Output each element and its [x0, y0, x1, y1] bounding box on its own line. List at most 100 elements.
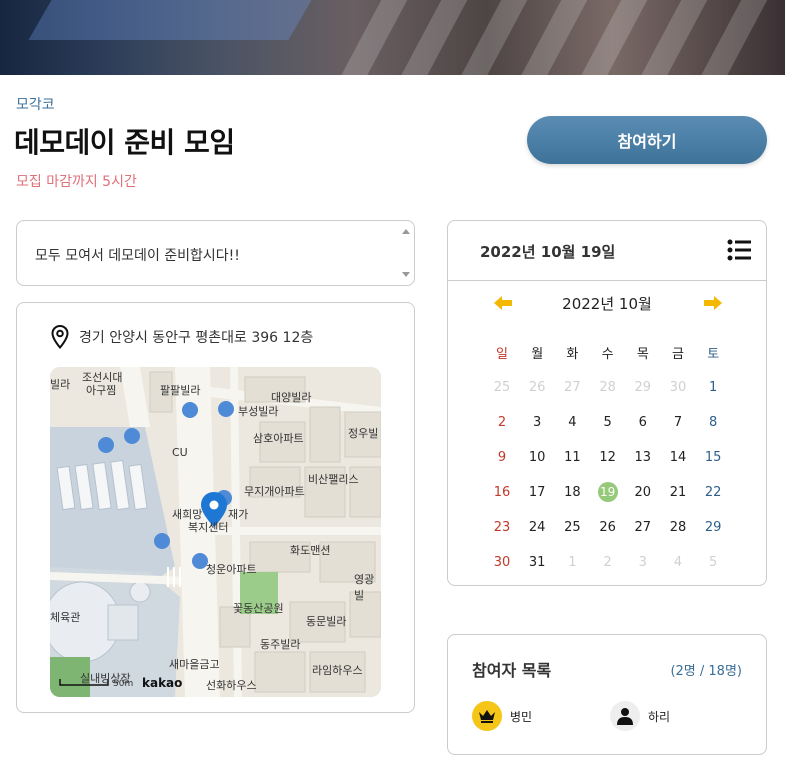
weekday-header: 목	[636, 347, 649, 362]
calendar-day[interactable]: 27	[558, 376, 586, 400]
map-label: 재가	[228, 508, 249, 521]
map-label: 꽃동산공원	[233, 602, 284, 615]
page-title: 데모데이 준비 모임	[14, 126, 235, 159]
weekday-header: 수	[601, 347, 614, 362]
list-view-icon[interactable]	[727, 239, 751, 261]
participants-title: 참여자 목록	[472, 661, 552, 680]
calendar-day[interactable]: 9	[488, 446, 516, 470]
map-label: 청운아파트	[206, 563, 257, 576]
calendar-header: 2022년 10월 19일	[448, 221, 766, 281]
calendar-day[interactable]: 3	[629, 551, 657, 575]
hero-banner-image	[0, 0, 785, 75]
kakao-map[interactable]: 조선시대 아구찜 빌라 팔팔빌라 대양빌라 부성빌라 정우빌 삼호아파트 CU …	[50, 367, 381, 697]
calendar-day[interactable]: 14	[664, 446, 692, 470]
calendar-day[interactable]: 6	[629, 411, 657, 435]
calendar-day[interactable]: 30	[488, 551, 516, 575]
calendar-day[interactable]: 28	[594, 376, 622, 400]
meeting-category: 모각코	[16, 97, 55, 113]
map-label: 동문빌라	[306, 615, 347, 628]
month-navigation: 2022년 10월	[448, 293, 766, 313]
calendar-day[interactable]: 29	[699, 516, 727, 540]
address-text: 경기 안양시 동안구 평촌대로 396 12층	[79, 330, 314, 346]
person-icon	[610, 701, 640, 731]
weekday-header: 화	[566, 347, 579, 362]
calendar-day[interactable]: 10	[523, 446, 551, 470]
calendar-day[interactable]: 16	[488, 481, 516, 505]
calendar-day[interactable]: 13	[629, 446, 657, 470]
crown-icon	[472, 701, 502, 731]
calendar-day[interactable]: 15	[699, 446, 727, 470]
map-label: 라임하우스	[312, 664, 363, 677]
address-row: 경기 안양시 동안구 평촌대로 396 12층	[51, 325, 313, 349]
map-label: 아구찜	[86, 384, 117, 397]
description-text: 모두 모여서 데모데이 준비합시다!!	[35, 248, 240, 264]
calendar-day[interactable]: 21	[664, 481, 692, 505]
calendar-day[interactable]: 18	[558, 481, 586, 505]
calendar-day[interactable]: 1	[558, 551, 586, 575]
calendar-day[interactable]: 26	[523, 376, 551, 400]
calendar-day[interactable]: 4	[664, 551, 692, 575]
calendar-day[interactable]: 8	[699, 411, 727, 435]
calendar-day[interactable]: 20	[629, 481, 657, 505]
participant-name: 병민	[510, 709, 533, 724]
participant-item[interactable]: 하리	[610, 701, 670, 731]
deadline-text: 모집 마감까지 5시간	[16, 174, 137, 190]
calendar-day[interactable]: 30	[664, 376, 692, 400]
map-label: 부성빌라	[238, 405, 279, 418]
participant-name: 하리	[648, 709, 671, 724]
calendar-day[interactable]: 1	[699, 376, 727, 400]
map-label: 비산팰리스	[308, 473, 359, 486]
scroll-down-arrow-icon[interactable]	[402, 272, 410, 277]
participant-item[interactable]: 병민	[472, 701, 532, 731]
next-month-arrow-icon[interactable]	[704, 296, 722, 310]
weekday-header: 월	[531, 347, 544, 362]
calendar-day[interactable]: 29	[629, 376, 657, 400]
map-label: 정우빌	[348, 427, 379, 440]
weekday-header: 일	[496, 347, 508, 362]
map-label: 복지센터	[188, 521, 229, 534]
map-label: 선화하우스	[206, 679, 257, 692]
calendar-day[interactable]: 25	[488, 376, 516, 400]
scroll-up-arrow-icon[interactable]	[402, 229, 410, 234]
calendar-day-today[interactable]: 19	[594, 481, 622, 505]
calendar-day[interactable]: 3	[523, 411, 551, 435]
calendar-day[interactable]: 5	[594, 411, 622, 435]
map-label: 영광빌	[354, 573, 375, 602]
map-scale-label: 50m	[113, 679, 134, 689]
calendar-day[interactable]: 22	[699, 481, 727, 505]
map-label: 무지개아파트	[244, 485, 305, 498]
map-label: 새마을금고	[169, 658, 220, 671]
weekday-header: 토	[707, 347, 720, 362]
map-label: 삼호아파트	[253, 432, 304, 445]
calendar-day[interactable]: 2	[594, 551, 622, 575]
kakao-logo[interactable]: kakao	[142, 676, 182, 690]
calendar-day[interactable]: 5	[699, 551, 727, 575]
map-label: CU	[172, 446, 188, 459]
calendar-day[interactable]: 23	[488, 516, 516, 540]
calendar-day[interactable]: 24	[523, 516, 551, 540]
map-label: 화도맨션	[290, 544, 331, 557]
calendar-day[interactable]: 7	[664, 411, 692, 435]
participants-card: 참여자 목록 (2명 / 18명) 병민 하리	[447, 634, 767, 755]
map-label: 빌라	[50, 378, 71, 391]
calendar-day[interactable]: 31	[523, 551, 551, 575]
location-card: 경기 안양시 동안구 평촌대로 396 12층 조선시대 아구찜 빌라 팔팔빌라…	[16, 302, 415, 713]
participants-count: (2명 / 18명)	[670, 664, 742, 679]
calendar-day[interactable]: 4	[558, 411, 586, 435]
weekday-header: 금	[672, 347, 684, 362]
description-box[interactable]: 모두 모여서 데모데이 준비합시다!!	[16, 220, 415, 286]
calendar-day[interactable]: 11	[558, 446, 586, 470]
location-pin-icon	[51, 325, 69, 349]
calendar-day[interactable]: 28	[664, 516, 692, 540]
description-scrollbar[interactable]	[400, 223, 412, 283]
calendar-day[interactable]: 27	[629, 516, 657, 540]
calendar-day[interactable]: 17	[523, 481, 551, 505]
calendar-day[interactable]: 2	[488, 411, 516, 435]
map-label: 팔팔빌라	[160, 384, 201, 397]
prev-month-arrow-icon[interactable]	[494, 296, 512, 310]
calendar-day[interactable]: 12	[594, 446, 622, 470]
calendar-card: 2022년 10월 19일 2022년 10월 일 월 화 수 목 금 토 25 26 27 28 2…	[447, 220, 767, 586]
join-button[interactable]: 참여하기	[527, 116, 767, 164]
calendar-day[interactable]: 25	[558, 516, 586, 540]
calendar-day[interactable]: 26	[594, 516, 622, 540]
